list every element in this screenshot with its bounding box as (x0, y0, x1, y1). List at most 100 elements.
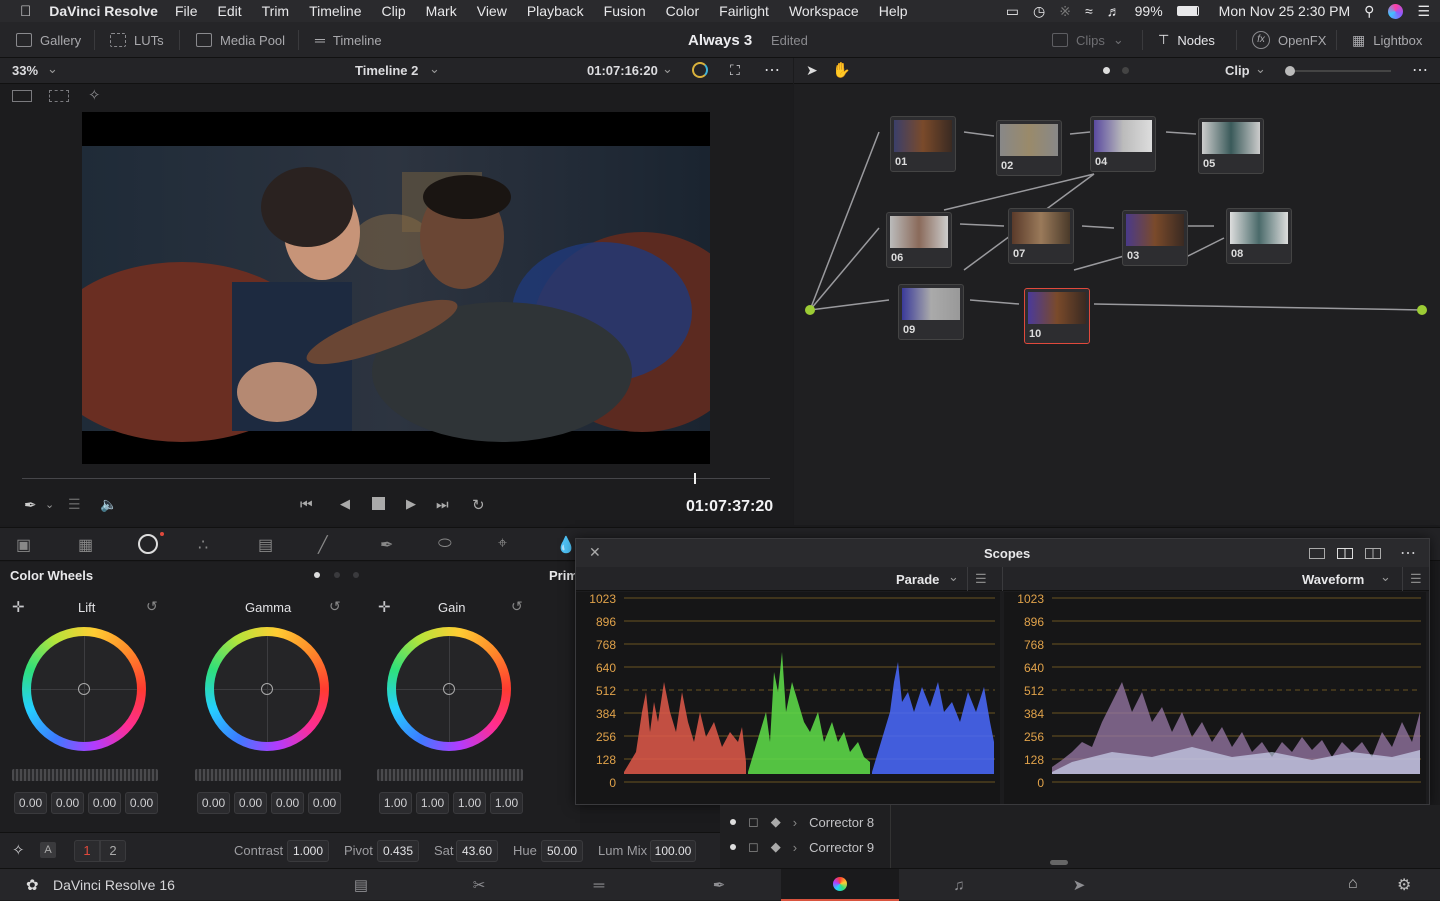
expand-icon[interactable]: › (793, 815, 797, 830)
lummix-field[interactable]: 100.00 (650, 840, 696, 862)
gain-y-value[interactable]: 1.00 (379, 792, 412, 814)
node-05[interactable]: 05 (1198, 118, 1264, 174)
gallery-button[interactable]: Gallery (16, 22, 81, 58)
page-dot[interactable] (1122, 67, 1129, 74)
scrubber-playhead[interactable] (694, 473, 697, 484)
pivot-field[interactable]: 0.435 (377, 840, 419, 862)
keyframe-icon[interactable]: ◆ (771, 814, 781, 830)
siri-icon[interactable] (1388, 3, 1404, 19)
lift-r-value[interactable]: 0.00 (51, 792, 84, 814)
node-06[interactable]: 06 (886, 212, 952, 268)
color-match-icon[interactable]: ▦ (78, 535, 93, 555)
eyedropper-icon[interactable]: ✒ (24, 496, 37, 514)
hand-tool-icon[interactable]: ✋ (832, 61, 851, 79)
node-09[interactable]: 09 (898, 284, 964, 340)
close-icon[interactable]: ✕ (589, 544, 601, 561)
node-10[interactable]: 10 (1024, 288, 1090, 344)
skip-to-start-icon[interactable]: ⏮ (300, 496, 313, 513)
skip-to-end-icon[interactable]: ⏭ (436, 496, 449, 513)
single-view-icon[interactable] (12, 90, 32, 102)
volume-icon[interactable]: ♬ (1107, 3, 1121, 19)
layers-icon[interactable]: ☰ (68, 496, 81, 513)
gain-picker-icon[interactable]: ✛ (378, 598, 391, 616)
lift-wheel[interactable] (14, 619, 154, 759)
lift-master-slider[interactable] (12, 769, 158, 781)
lift-picker-icon[interactable]: ✛ (12, 598, 25, 616)
node-07[interactable]: 07 (1008, 208, 1074, 264)
node-options-icon[interactable]: ⋯ (1412, 60, 1428, 80)
timeline-selector[interactable]: Timeline 2 (355, 63, 418, 78)
pointer-tool-icon[interactable]: ➤ (806, 62, 818, 79)
motion-effects-icon[interactable]: ▤ (258, 535, 273, 555)
gain-reset-icon[interactable]: ↺ (511, 598, 523, 615)
menu-color[interactable]: Color (666, 3, 699, 19)
gamma-g-value[interactable]: 0.00 (271, 792, 304, 814)
home-icon[interactable]: ⌂ (1348, 875, 1358, 893)
expand-icon[interactable]: › (793, 840, 797, 855)
wheels-page-2-button[interactable]: 2 (100, 840, 126, 862)
log-page-dot[interactable] (353, 572, 359, 578)
menu-trim[interactable]: Trim (262, 3, 289, 19)
gain-b-value[interactable]: 1.00 (490, 792, 523, 814)
menu-fairlight[interactable]: Fairlight (719, 3, 769, 19)
node-02[interactable]: 02 (996, 120, 1062, 176)
time-machine-icon[interactable]: ◷ (1033, 3, 1045, 20)
right-scope-settings-icon[interactable]: ☰ (1410, 571, 1422, 587)
scopes-options-icon[interactable]: ⋯ (1400, 543, 1416, 563)
gain-r-value[interactable]: 1.00 (416, 792, 449, 814)
node-graph[interactable]: 01 02 04 05 06 07 03 08 09 10 (794, 84, 1440, 525)
mode-chevron-icon[interactable]: ⌄ (1255, 61, 1266, 77)
gamma-master-slider[interactable] (195, 769, 341, 781)
menu-fusion[interactable]: Fusion (604, 3, 646, 19)
gamma-reset-icon[interactable]: ↺ (329, 598, 341, 615)
layer-row[interactable]: ◻ ◆ › Corrector 8 (730, 810, 874, 834)
window-icon[interactable]: ⬭ (438, 535, 452, 553)
curves-icon[interactable]: ╱ (318, 535, 328, 555)
hue-field[interactable]: 50.00 (541, 840, 583, 862)
timeline-chevron-icon[interactable]: ⌄ (429, 61, 440, 77)
qualifier-icon[interactable]: ✒ (380, 535, 393, 555)
video-frame[interactable] (82, 112, 710, 464)
spotlight-search-icon[interactable]: ⚲ (1364, 3, 1374, 20)
waveform-scope[interactable]: 1023 896 768 640 512 384 256 128 0 (1004, 592, 1426, 804)
bluetooth-icon[interactable]: ※ (1059, 3, 1071, 20)
lightbox-button[interactable]: ▦ Lightbox (1352, 22, 1422, 58)
timeline-button[interactable]: ═ Timeline (315, 22, 382, 58)
visibility-icon[interactable] (730, 819, 736, 825)
lift-b-value[interactable]: 0.00 (125, 792, 158, 814)
viewer-zoom[interactable]: 33% (12, 63, 38, 78)
keyframe-icon[interactable]: ◆ (771, 839, 781, 855)
zoom-chevron-icon[interactable]: ⌄ (47, 61, 58, 77)
menu-clip[interactable]: Clip (381, 3, 405, 19)
play-icon[interactable]: ▶ (406, 496, 416, 512)
sat-field[interactable]: 43.60 (456, 840, 498, 862)
blur-icon[interactable]: 💧 (556, 535, 576, 555)
menu-help[interactable]: Help (879, 3, 908, 19)
visibility-icon[interactable] (730, 844, 736, 850)
dual-scope-icon[interactable] (1337, 548, 1353, 559)
tracker-icon[interactable]: ⌖ (498, 535, 507, 553)
color-wheels-icon[interactable] (138, 534, 158, 554)
airplay-icon[interactable]: ▭ (1006, 3, 1019, 20)
luts-button[interactable]: LUTs (110, 22, 164, 58)
node-mode-selector[interactable]: Clip (1225, 63, 1250, 78)
wifi-icon[interactable]: ≈ (1085, 3, 1093, 19)
gamma-r-value[interactable]: 0.00 (234, 792, 267, 814)
menu-playback[interactable]: Playback (527, 3, 584, 19)
fairlight-page-button[interactable]: ♫ (900, 869, 1018, 901)
timecode-chevron-icon[interactable]: ⌄ (662, 61, 673, 77)
viewer-options-icon[interactable]: ⋯ (764, 60, 780, 80)
wheels-page-dot[interactable] (314, 572, 320, 578)
app-name-menu[interactable]: DaVinci Resolve (49, 3, 158, 19)
gamma-y-value[interactable]: 0.00 (197, 792, 230, 814)
nodes-button[interactable]: ⊤ Nodes (1158, 22, 1215, 58)
menu-mark[interactable]: Mark (426, 3, 457, 19)
scrubber-track[interactable] (22, 478, 770, 479)
edit-page-button[interactable]: ═ (540, 869, 658, 901)
right-scope-chevron-icon[interactable]: ⌄ (1380, 569, 1391, 585)
menu-workspace[interactable]: Workspace (789, 3, 859, 19)
auto-balance-icon[interactable]: ✧ (12, 841, 25, 859)
gamma-wheel[interactable] (197, 619, 337, 759)
color-page-button[interactable] (781, 869, 899, 901)
media-pool-button[interactable]: Media Pool (196, 22, 285, 58)
